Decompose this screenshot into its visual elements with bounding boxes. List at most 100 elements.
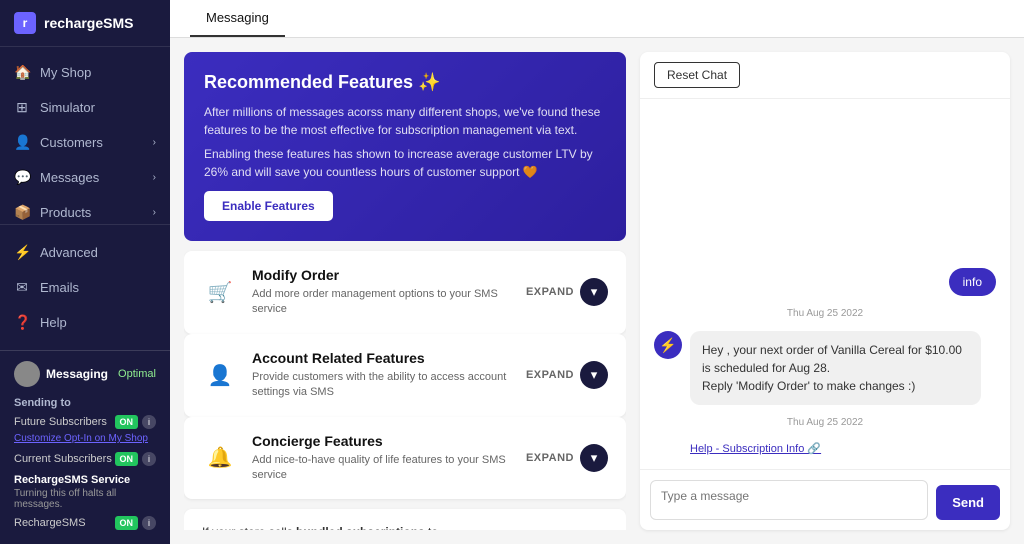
sidebar-item-advanced[interactable]: ⚡ Advanced — [0, 235, 170, 270]
products-icon: 📦 — [14, 204, 30, 221]
batch-text: If your store sells bundled subscription… — [202, 523, 482, 530]
current-toggle-btn[interactable]: ON — [115, 452, 139, 466]
sidebar-label-my-shop: My Shop — [40, 65, 91, 80]
status-panel: Messaging Optimal Sending to Future Subs… — [0, 350, 170, 544]
future-toggle[interactable]: ON i — [115, 415, 157, 429]
account-related-icon: 👤 — [202, 357, 238, 393]
recharge-toggle-info[interactable]: i — [142, 516, 156, 530]
recharge-service-title: RechargeSMS Service — [14, 474, 156, 486]
sidebar-label-products: Products — [40, 205, 91, 220]
modify-order-desc: Add more order management options to you… — [252, 287, 512, 318]
chat-message-input[interactable] — [650, 480, 928, 520]
concierge-desc: Add nice-to-have quality of life feature… — [252, 453, 512, 484]
chat-footer: Send — [640, 469, 1010, 530]
feature-card-concierge: 🔔 Concierge Features Add nice-to-have qu… — [184, 417, 626, 500]
feature-card-modify-order: 🛒 Modify Order Add more order management… — [184, 251, 626, 334]
chat-message-line1: Hey , your next order of Vanilla Cereal … — [702, 343, 962, 375]
sidebar-nav: 🏠 My Shop ⊞ Simulator 👤 Customers ›💬 Mes… — [0, 47, 170, 224]
current-subscribers-label: Current Subscribers — [14, 453, 112, 465]
batch-bold1: bundled subscriptions — [296, 525, 425, 530]
recharge-toggle[interactable]: ON i — [115, 516, 157, 530]
advanced-icon: ⚡ — [14, 244, 30, 261]
sidebar-item-emails[interactable]: ✉ Emails — [0, 270, 170, 305]
account-related-title: Account Related Features — [252, 350, 512, 366]
sidebar-label-help: Help — [40, 315, 67, 330]
chevron-messages: › — [153, 172, 156, 183]
chat-timestamp-1: Thu Aug 25 2022 — [654, 308, 996, 319]
batch-text-before: If your store sells — [202, 525, 296, 530]
optimal-badge: Optimal — [118, 368, 156, 380]
messaging-label: Messaging — [46, 367, 108, 381]
future-toggle-btn[interactable]: ON — [115, 415, 139, 429]
modify-order-expand-label: EXPAND — [526, 286, 574, 298]
sidebar-item-my-shop[interactable]: 🏠 My Shop — [0, 55, 170, 90]
recharge-toggle-btn[interactable]: ON — [115, 516, 139, 530]
chevron-products: › — [153, 207, 156, 218]
concierge-expand-group[interactable]: EXPAND ▾ — [526, 444, 608, 472]
chat-info-bubble: info — [949, 268, 996, 296]
concierge-expand-label: EXPAND — [526, 452, 574, 464]
feature-cards-container: 🛒 Modify Order Add more order management… — [184, 251, 626, 499]
emails-icon: ✉ — [14, 279, 30, 296]
sidebar-item-messages[interactable]: 💬 Messages › — [0, 160, 170, 195]
concierge-expand-btn[interactable]: ▾ — [580, 444, 608, 472]
current-toggle[interactable]: ON i — [115, 452, 157, 466]
account-related-expand-group[interactable]: EXPAND ▾ — [526, 361, 608, 389]
app-name: rechargeSMS — [44, 15, 133, 31]
account-related-desc: Provide customers with the ability to ac… — [252, 370, 512, 401]
chat-bubble-1: Hey , your next order of Vanilla Cereal … — [690, 331, 981, 405]
logo-icon: r — [14, 12, 36, 34]
help-icon: ❓ — [14, 314, 30, 331]
future-toggle-info[interactable]: i — [142, 415, 156, 429]
batch-card: If your store sells bundled subscription… — [184, 509, 626, 530]
chat-header: Reset Chat — [640, 52, 1010, 99]
reset-chat-button[interactable]: Reset Chat — [654, 62, 740, 88]
sidebar-label-simulator: Simulator — [40, 100, 95, 115]
hero-title: Recommended Features ✨ — [204, 72, 606, 93]
customers-icon: 👤 — [14, 134, 30, 151]
sidebar-logo: r rechargeSMS — [0, 0, 170, 47]
hero-card: Recommended Features ✨ After millions of… — [184, 52, 626, 241]
sidebar-item-products[interactable]: 📦 Products › — [0, 195, 170, 224]
left-panel: Recommended Features ✨ After millions of… — [184, 52, 626, 530]
chevron-customers: › — [153, 137, 156, 148]
sidebar-label-emails: Emails — [40, 280, 79, 295]
account-related-expand-btn[interactable]: ▾ — [580, 361, 608, 389]
tab-bar: Messaging — [170, 0, 1024, 38]
messaging-tab[interactable]: Messaging — [190, 0, 285, 37]
sidebar-label-customers: Customers — [40, 135, 103, 150]
recharge-sms-label: RechargeSMS — [14, 517, 86, 529]
enable-features-button[interactable]: Enable Features — [204, 191, 333, 221]
account-related-expand-label: EXPAND — [526, 369, 574, 381]
modify-order-expand-btn[interactable]: ▾ — [580, 278, 608, 306]
customize-opt-in-link[interactable]: Customize Opt-In on My Shop — [14, 433, 156, 444]
my-shop-icon: 🏠 — [14, 64, 30, 81]
hero-body-p1: After millions of messages acorss many d… — [204, 103, 606, 139]
sidebar-label-advanced: Advanced — [40, 245, 98, 260]
chat-message-line2: Reply 'Modify Order' to make changes :) — [702, 379, 915, 393]
recharge-service-desc: Turning this off halts all messages. — [14, 488, 156, 510]
send-button[interactable]: Send — [936, 485, 1000, 520]
messages-icon: 💬 — [14, 169, 30, 186]
feature-card-account-related: 👤 Account Related Features Provide custo… — [184, 334, 626, 417]
concierge-title: Concierge Features — [252, 433, 512, 449]
sidebar: r rechargeSMS 🏠 My Shop ⊞ Simulator 👤 Cu… — [0, 0, 170, 544]
current-toggle-info[interactable]: i — [142, 452, 156, 466]
modify-order-expand-group[interactable]: EXPAND ▾ — [526, 278, 608, 306]
sending-to-label: Sending to — [14, 397, 156, 409]
chat-bot-avatar: ⚡ — [654, 331, 682, 359]
concierge-text: Concierge Features Add nice-to-have qual… — [252, 433, 512, 484]
future-subscribers-label: Future Subscribers — [14, 416, 107, 428]
sidebar-item-customers[interactable]: 👤 Customers › — [0, 125, 170, 160]
chat-body: info Thu Aug 25 2022 ⚡ Hey , your next o… — [640, 99, 1010, 469]
chat-panel: Reset Chat info Thu Aug 25 2022 ⚡ Hey , … — [640, 52, 1010, 530]
modify-order-title: Modify Order — [252, 267, 512, 283]
sidebar-item-simulator[interactable]: ⊞ Simulator — [0, 90, 170, 125]
sidebar-bottom-nav: ⚡ Advanced✉ Emails❓ Help — [0, 224, 170, 350]
sidebar-item-help[interactable]: ❓ Help — [0, 305, 170, 340]
chat-message-1: ⚡ Hey , your next order of Vanilla Cerea… — [654, 331, 996, 405]
content-area: Recommended Features ✨ After millions of… — [170, 38, 1024, 544]
help-subscription-link[interactable]: Help - Subscription Info 🔗 — [690, 443, 821, 455]
concierge-icon: 🔔 — [202, 440, 238, 476]
hero-body-p2: Enabling these features has shown to inc… — [204, 145, 606, 181]
